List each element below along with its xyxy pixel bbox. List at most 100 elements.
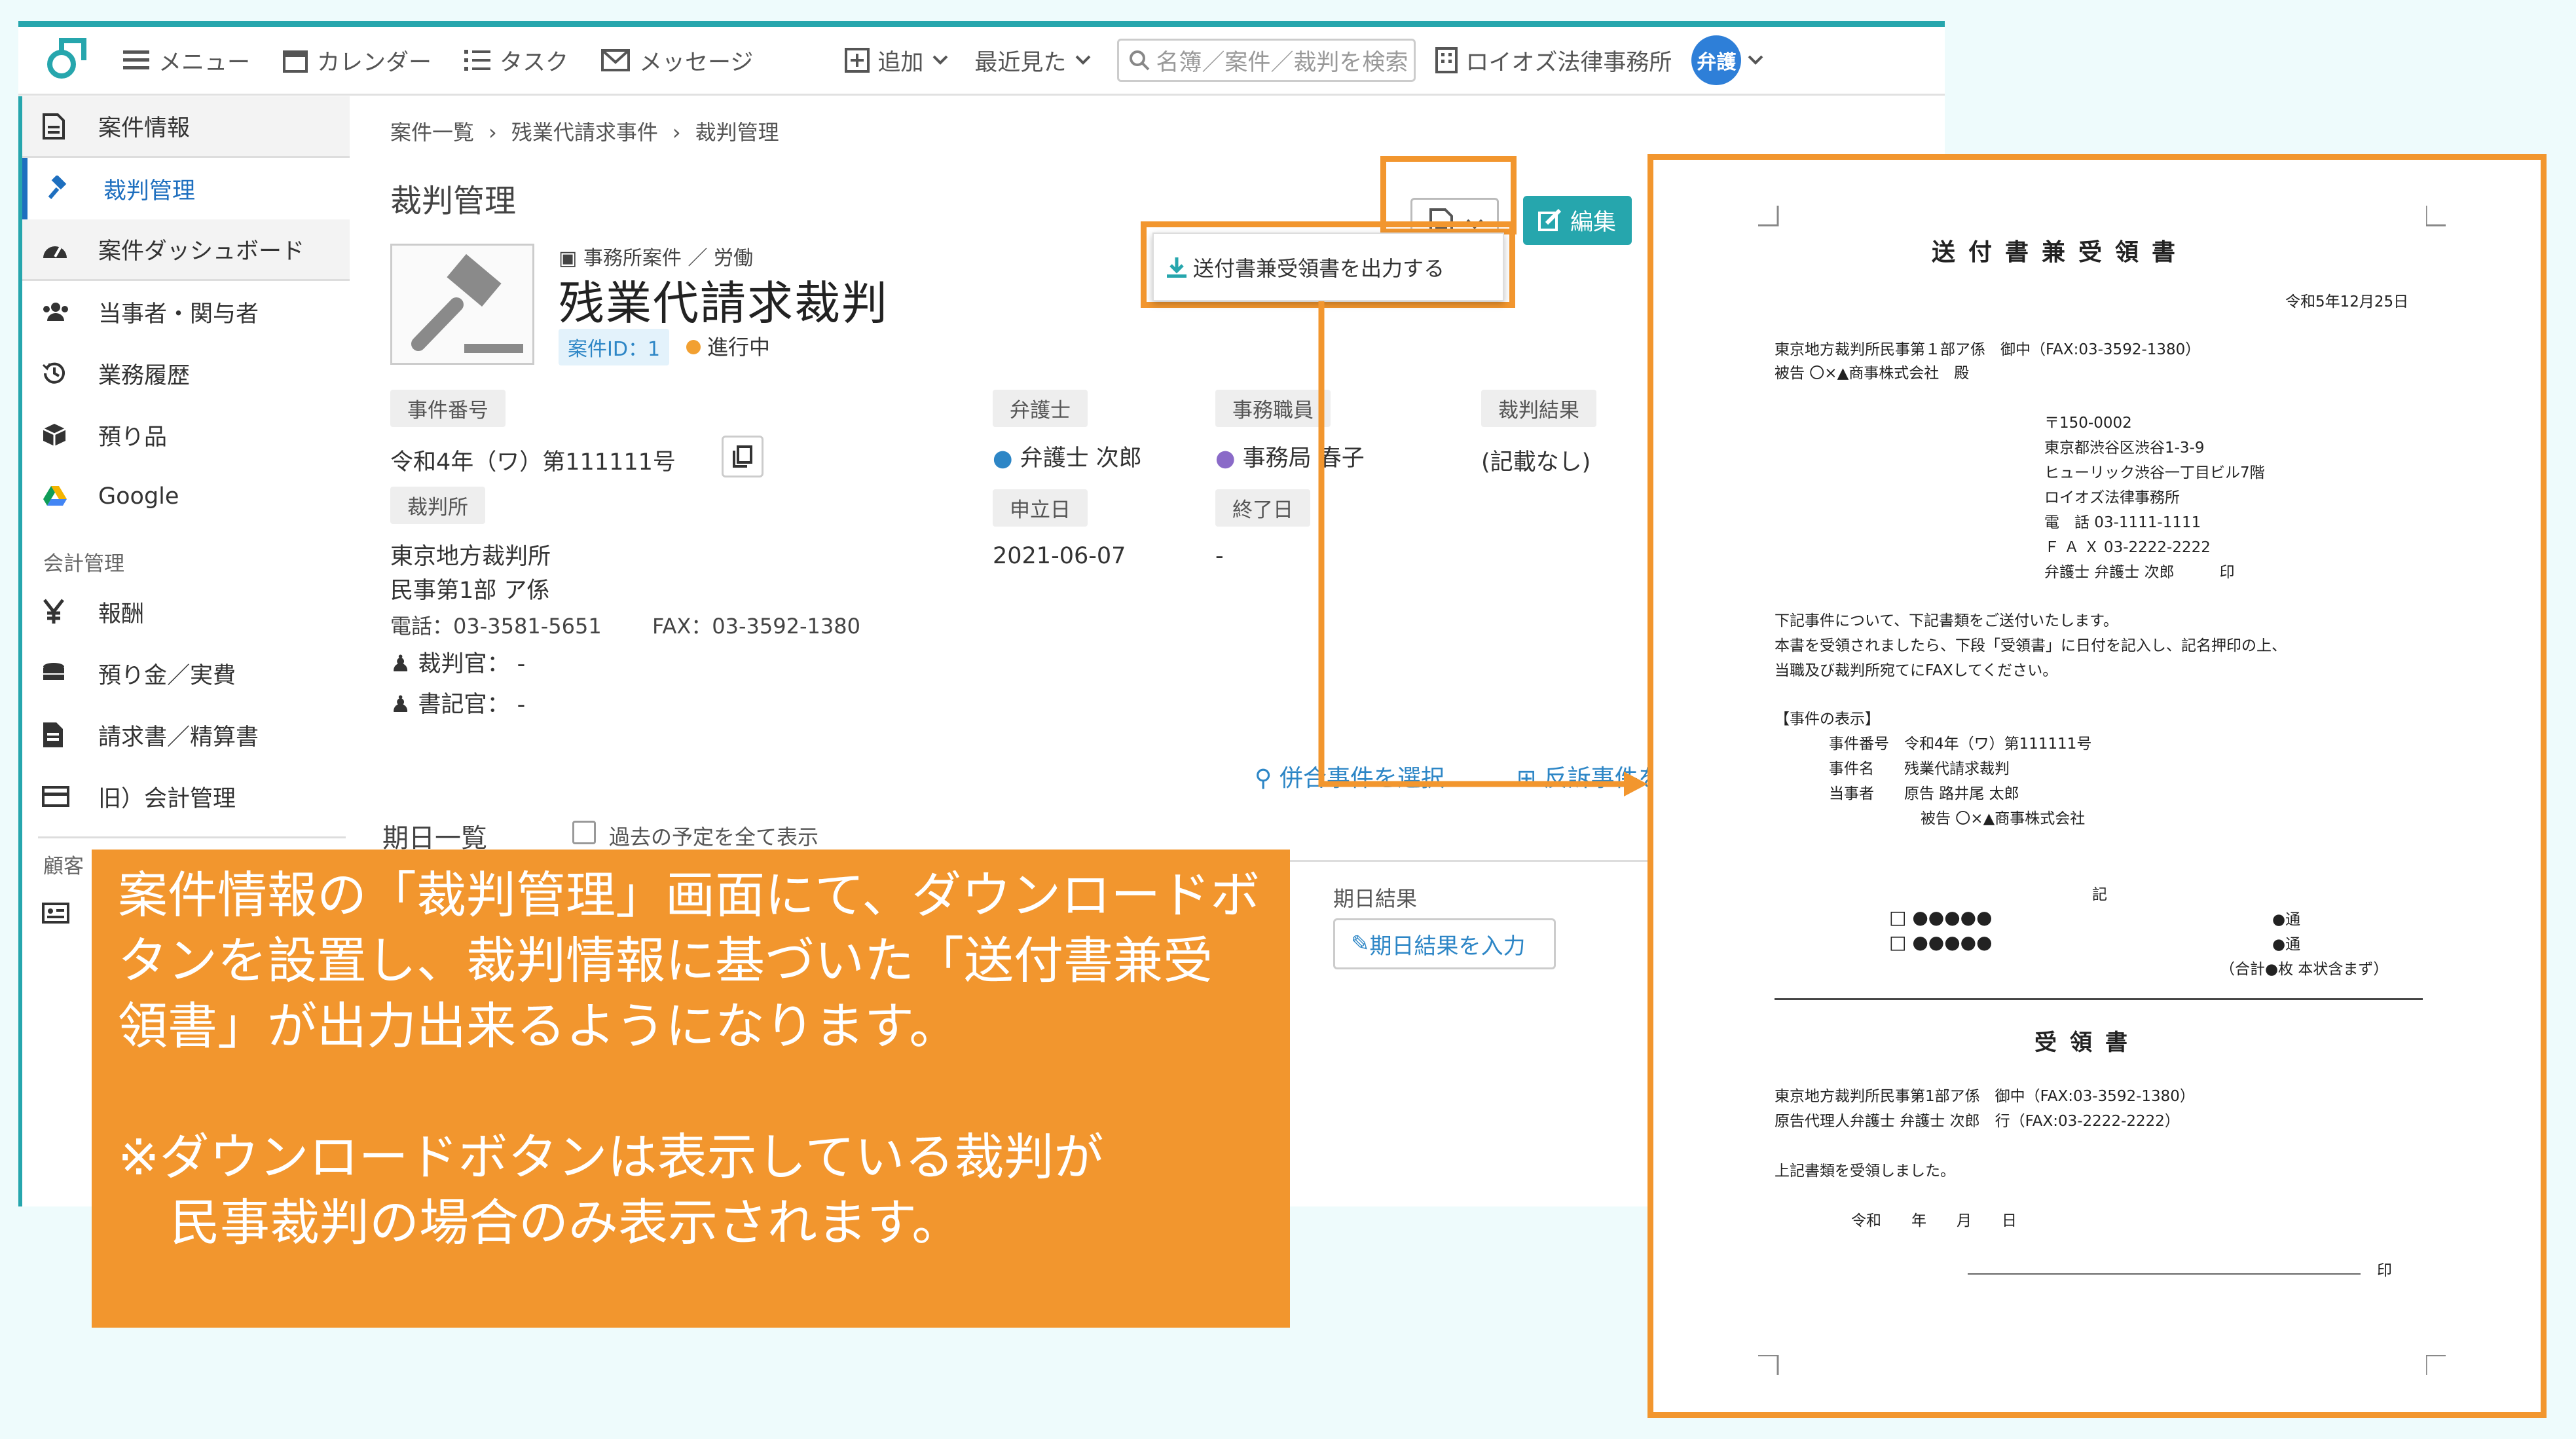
calendar-icon (283, 50, 308, 73)
sidebar-item-deposits-expenses[interactable]: 預り金／実費 (22, 643, 350, 704)
sidebar-item-deposits-items[interactable]: 預り品 (22, 404, 350, 466)
filed-date-value: 2021-06-07 (993, 543, 1126, 569)
chevron-down-icon[interactable] (1748, 55, 1763, 65)
status-badge: 進行中 (686, 331, 770, 361)
doc-party2: 被告 〇×▲商事株式会社 (1921, 810, 2086, 827)
doc-receipt-to1: 東京地方裁判所民事第1部ア係 御中（FAX:03-3592-1380） (1775, 1088, 2195, 1105)
case-number-value: 令和4年（ワ）第111111号 (390, 449, 676, 476)
callout-line: 案件情報の「裁判管理」画面にて、ダウンロードボ (118, 866, 1260, 924)
menu-button[interactable]: メニュー (123, 44, 250, 77)
doc-zip: 〒150-0002 (2044, 415, 2132, 432)
copy-icon (733, 445, 752, 468)
add-button[interactable]: 追加 (845, 44, 948, 77)
case-image (390, 244, 534, 365)
doc-title: 送付書兼受領書 (1932, 239, 2189, 266)
messages-button[interactable]: メッセージ (601, 44, 753, 77)
show-past-checkbox[interactable] (572, 821, 596, 844)
doc-body3: 当職及び裁判所宛てにFAXしてください。 (1775, 662, 2058, 679)
status-label: 進行中 (707, 335, 771, 360)
sidebar-item-old-accounting[interactable]: 旧）会計管理 (22, 766, 350, 827)
lawyer-name: 弁護士 次郎 (1020, 445, 1142, 472)
callout-line: 領書」が出力出来るようになります。 (118, 997, 959, 1055)
doc-firm: ロイオズ法律事務所 (2044, 489, 2180, 506)
corner-mark (1758, 206, 1779, 227)
edit-icon: ✎ (1351, 931, 1370, 957)
doc-receipt-seal: 印 (2377, 1262, 2392, 1279)
hamburger-icon (123, 50, 149, 69)
breadcrumb-item: 裁判管理 (695, 120, 779, 145)
menu-label: メニュー (158, 49, 251, 76)
doc-total: （合計●枚 本状含まず） (2220, 961, 2389, 978)
sidebar-item-label: 請求書／精算書 (98, 724, 259, 751)
doc-to2: 被告 〇×▲商事株式会社 殿 (1775, 365, 1970, 382)
download-icon (1167, 257, 1187, 278)
sidebar-item-dashboard[interactable]: 案件ダッシュボード (22, 219, 350, 281)
sidebar-item-history[interactable]: 業務履歴 (22, 343, 350, 404)
doc-party1: 当事者 原告 路井尾 太郎 (1829, 785, 2019, 802)
doc-addr1: 東京都渋谷区渋谷1-3-9 (2044, 439, 2205, 457)
breadcrumb-item[interactable]: 案件一覧 (390, 120, 474, 145)
doc-ki: 記 (2092, 886, 2107, 903)
user-circle-icon: ● (1215, 445, 1243, 472)
sidebar-item-case-info[interactable]: 案件情報 (22, 96, 350, 158)
lawyer-value[interactable]: ● 弁護士 次郎 (993, 439, 1142, 473)
app-logo-icon[interactable] (38, 34, 97, 86)
invoice-icon (43, 722, 63, 747)
yen-icon (43, 599, 64, 624)
edit-icon (1538, 208, 1562, 231)
doc-tel: 電 話 03-1111-1111 (2044, 514, 2201, 531)
enter-result-label: 期日結果を入力 (1369, 933, 1526, 960)
sidebar-item-parties[interactable]: 当事者・関与者 (22, 281, 350, 343)
calendar-label: カレンダー (317, 49, 432, 76)
firm-switcher[interactable]: ロイオズ法律事務所 (1435, 44, 1672, 77)
doc-body2: 本書を受領されましたら、下段「受領書」に日付を記入し、記名押印の上、 (1775, 637, 2287, 654)
clerk-field: ♟ 書記官： - (390, 686, 525, 719)
sidebar-item-fees[interactable]: 報酬 (22, 581, 350, 643)
sidebar-divider (38, 836, 346, 838)
user-avatar[interactable]: 弁護 (1691, 35, 1742, 85)
sidebar-item-label: 預り金／実費 (98, 662, 236, 689)
sidebar-item-trial-management[interactable]: 裁判管理 (22, 158, 350, 219)
messages-label: メッセージ (639, 49, 754, 76)
history-icon (42, 362, 65, 384)
sidebar-item-google[interactable]: Google (22, 466, 350, 527)
card-icon (42, 786, 69, 807)
user-circle-icon: ● (993, 445, 1020, 472)
firm-name: ロイオズ法律事務所 (1465, 49, 1672, 76)
sidebar-item-label: 旧）会計管理 (98, 785, 236, 812)
court-department: 民事第1部 ア係 (390, 578, 550, 604)
doc-sign: 弁護士 弁護士 次郎 印 (2044, 564, 2235, 581)
doc-case-name: 事件名 残業代請求裁判 (1829, 760, 2010, 777)
add-label: 追加 (877, 49, 924, 76)
case-number-label: 事件番号 (390, 390, 506, 427)
chevron-right-icon: › (672, 120, 681, 145)
sidebar-item-invoices[interactable]: 請求書／精算書 (22, 704, 350, 766)
sidebar-item-label: 当事者・関与者 (98, 301, 259, 327)
calendar-button[interactable]: カレンダー (283, 44, 432, 77)
sidebar-item-label: 案件情報 (98, 115, 191, 141)
enter-result-button[interactable]: ✎ 期日結果を入力 (1333, 918, 1556, 969)
doc-to1: 東京地方裁判所民事第１部ア係 御中（FAX:03-3592-1380） (1775, 341, 2201, 358)
tasks-button[interactable]: タスク (464, 44, 568, 77)
copy-button[interactable] (722, 436, 764, 477)
callout-arrow (1318, 301, 1647, 796)
dropdown-menu-item[interactable]: 送付書兼受領書を出力する (1152, 233, 1504, 301)
doc-separator (1775, 998, 2423, 1000)
callout-line: タンを設置し、裁判情報に基づいた「送付書兼受 (118, 931, 1213, 990)
breadcrumb-item[interactable]: 残業代請求事件 (511, 120, 658, 145)
doc-fax: Ｆ Ａ Ｘ 03-2222-2222 (2044, 539, 2211, 556)
recent-button[interactable]: 最近見た (974, 44, 1091, 77)
box-icon (43, 424, 66, 446)
end-date-value: - (1215, 543, 1224, 569)
document-preview: 送付書兼受領書 令和5年12月25日 東京地方裁判所民事第１部ア係 御中（FAX… (1647, 154, 2547, 1418)
show-past-label: 過去の予定を全て表示 (609, 825, 819, 850)
envelope-icon (601, 49, 631, 71)
corner-mark (2426, 1355, 2446, 1375)
doc-body1: 下記事件について、下記書類をご送付いたします。 (1775, 612, 2118, 629)
doc-case-header: 【事件の表示】 (1775, 711, 1880, 728)
chevron-down-icon (932, 55, 948, 65)
status-dot-icon (686, 340, 701, 354)
edit-button[interactable]: 編集 (1523, 196, 1632, 245)
search-input[interactable]: 名簿／案件／裁判を検索 (1117, 39, 1416, 82)
doc-receipt-body: 上記書類を受領しました。 (1775, 1163, 1955, 1180)
